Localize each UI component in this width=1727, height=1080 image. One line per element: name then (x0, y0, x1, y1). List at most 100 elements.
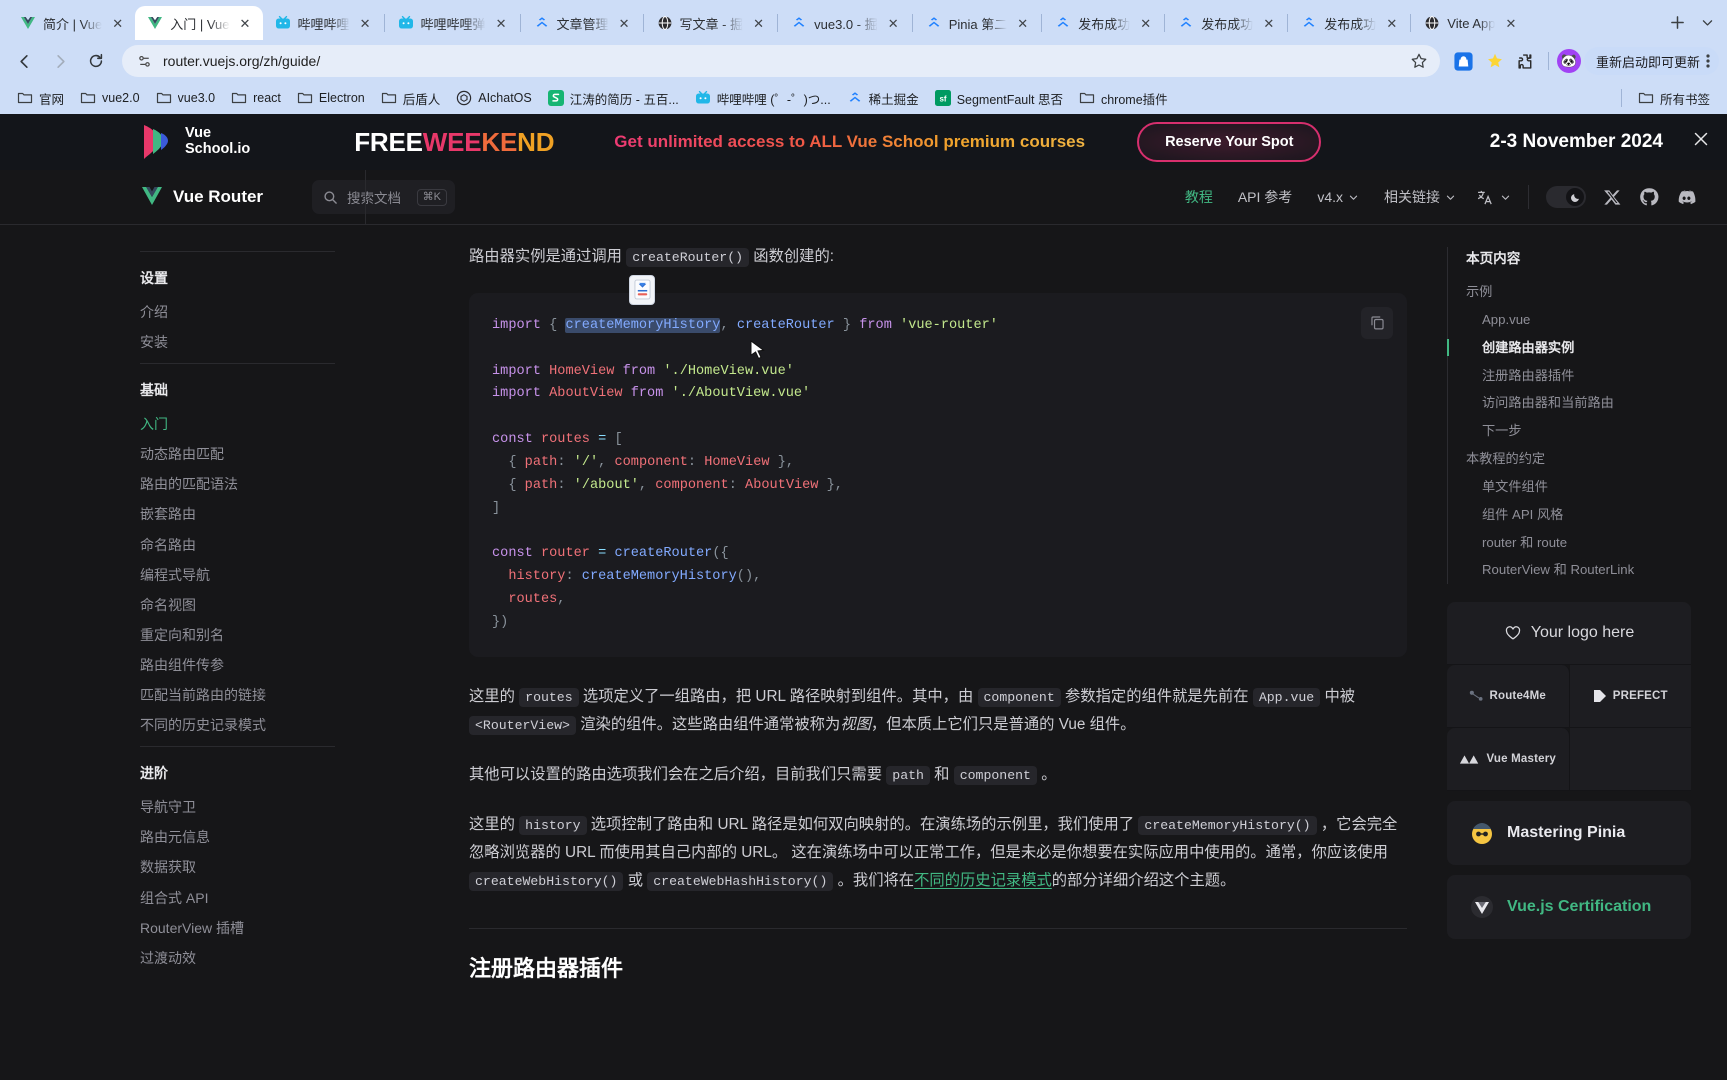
code-block[interactable]: import { createMemoryHistory, createRout… (469, 274, 1407, 657)
new-tab-button[interactable] (1663, 8, 1691, 36)
toc-item[interactable]: 创建路由器实例 (1447, 334, 1691, 362)
sponsor-vue-mastery[interactable]: Vue Mastery (1447, 728, 1570, 792)
tab-close-icon[interactable]: ✕ (1014, 15, 1031, 32)
bookmark-item[interactable]: 哔哩哔哩 (゜-゜)つ... (688, 85, 838, 112)
sponsor-prefect[interactable]: PREFECT (1569, 665, 1691, 729)
tab-close-icon[interactable]: ✕ (237, 15, 254, 32)
github-icon[interactable] (1639, 187, 1659, 207)
sidebar-item-动态路由匹配[interactable]: 动态路由匹配 (140, 439, 335, 469)
browser-tab[interactable]: Vite App ✕ (1412, 6, 1528, 40)
sidebar-item-导航守卫[interactable]: 导航守卫 (140, 792, 335, 822)
browser-tab[interactable]: 发布成功 ✕ (1289, 6, 1409, 40)
extension-bag-icon[interactable] (1450, 47, 1478, 75)
update-button[interactable]: 重新启动即可更新 (1583, 47, 1719, 75)
language-switcher[interactable] (1476, 188, 1511, 207)
tab-search-chevron-down-icon[interactable] (1693, 8, 1721, 36)
tab-close-icon[interactable]: ✕ (109, 15, 126, 32)
bookmark-item[interactable]: 官网 (10, 85, 71, 112)
sidebar-item-RouterView 插槽[interactable]: RouterView 插槽 (140, 913, 335, 943)
browser-tab[interactable]: vue3.0 - 掘 ✕ (779, 6, 911, 40)
toc-item[interactable]: 组件 API 风格 (1466, 501, 1691, 529)
tab-close-icon[interactable]: ✕ (1260, 15, 1277, 32)
vue-router-brand[interactable]: Vue Router (0, 186, 280, 208)
bookmark-item[interactable]: sf SegmentFault 思否 (928, 85, 1070, 112)
browser-tab[interactable]: 哔哩哔哩 ✕ (263, 6, 383, 40)
toc-item[interactable]: 本教程的约定 (1466, 445, 1691, 473)
bookmark-item[interactable]: 后盾人 (374, 85, 448, 112)
sponsor-vuejs-certification[interactable]: Vue.js Certification (1447, 875, 1691, 940)
address-bar[interactable]: router.vuejs.org/zh/guide/ (122, 45, 1440, 77)
sidebar-item-过渡动效[interactable]: 过渡动效 (140, 943, 335, 973)
browser-tab[interactable]: 发布成功 ✕ (1166, 6, 1286, 40)
copy-code-button[interactable] (1361, 306, 1393, 339)
browser-tab[interactable]: Pinia 第二 ✕ (914, 6, 1041, 40)
search-input[interactable]: 搜索文档 ⌘K (312, 180, 455, 214)
site-settings-icon[interactable] (136, 53, 153, 70)
promo-banner[interactable]: Vue School.io FREEWEEKEND Get unlimited … (0, 114, 1727, 170)
theme-toggle[interactable] (1546, 186, 1586, 208)
reload-button[interactable] (80, 45, 112, 77)
all-bookmarks-button[interactable]: 所有书签 (1631, 85, 1717, 112)
sidebar-item-安装[interactable]: 安装 (140, 327, 335, 357)
toc-item[interactable]: 下一步 (1466, 417, 1691, 445)
toc-item[interactable]: 示例 (1466, 278, 1691, 306)
sidebar-item-重定向和别名[interactable]: 重定向和别名 (140, 620, 335, 650)
bookmark-item[interactable]: chrome插件 (1072, 85, 1175, 112)
bookmark-item[interactable]: vue2.0 (73, 86, 147, 110)
sidebar-item-介绍[interactable]: 介绍 (140, 297, 335, 327)
kebab-menu-icon[interactable] (1706, 53, 1710, 69)
toc-item[interactable]: 注册路由器插件 (1466, 362, 1691, 390)
back-button[interactable] (8, 45, 40, 77)
tab-close-icon[interactable]: ✕ (885, 15, 902, 32)
sponsor-empty-slot[interactable] (1569, 728, 1691, 792)
bookmark-item[interactable]: 江涛的简历 - 五百... (541, 85, 686, 112)
browser-tab[interactable]: 文章管理 ✕ (522, 6, 642, 40)
history-modes-link[interactable]: 不同的历史记录模式 (914, 872, 1052, 889)
tab-close-icon[interactable]: ✕ (616, 15, 633, 32)
sidebar-item-路由组件传参[interactable]: 路由组件传参 (140, 650, 335, 680)
bookmark-item[interactable]: vue3.0 (149, 86, 223, 110)
toc-item[interactable]: router 和 route (1466, 529, 1691, 557)
nav-link-教程[interactable]: 教程 (1185, 187, 1213, 207)
discord-icon[interactable] (1676, 187, 1697, 208)
browser-tab[interactable]: 发布成功 ✕ (1043, 6, 1163, 40)
nav-link-API 参考[interactable]: API 参考 (1238, 187, 1292, 207)
toc-item[interactable]: RouterView 和 RouterLink (1466, 556, 1691, 584)
toc-item[interactable]: 访问路由器和当前路由 (1466, 389, 1691, 417)
tab-close-icon[interactable]: ✕ (1137, 15, 1154, 32)
close-icon[interactable] (1691, 129, 1711, 155)
sidebar-item-嵌套路由[interactable]: 嵌套路由 (140, 499, 335, 529)
sidebar-item-命名路由[interactable]: 命名路由 (140, 530, 335, 560)
forward-button[interactable] (44, 45, 76, 77)
sidebar-item-命名视图[interactable]: 命名视图 (140, 590, 335, 620)
tab-close-icon[interactable]: ✕ (357, 15, 374, 32)
sponsor-mastering-pinia[interactable]: Mastering Pinia (1447, 801, 1691, 866)
your-logo-here-card[interactable]: Your logo here (1447, 602, 1691, 666)
sidebar-item-不同的历史记录模式[interactable]: 不同的历史记录模式 (140, 710, 335, 740)
bookmark-item[interactable]: 稀土掘金 (840, 85, 926, 112)
reserve-spot-button[interactable]: Reserve Your Spot (1137, 122, 1322, 162)
star-extension-icon[interactable] (1481, 47, 1509, 75)
browser-tab[interactable]: 入门 | Vue ✕ (135, 6, 263, 40)
browser-tab[interactable]: 写文章 - 掘 ✕ (645, 6, 777, 40)
nav-link-v4.x[interactable]: v4.x (1317, 189, 1359, 205)
bookmark-item[interactable]: AIchatOS (449, 86, 539, 110)
sidebar-item-编程式导航[interactable]: 编程式导航 (140, 560, 335, 590)
toc-item[interactable]: 单文件组件 (1466, 473, 1691, 501)
toc-item[interactable]: App.vue (1466, 306, 1691, 334)
profile-avatar[interactable]: 🐼 (1556, 49, 1581, 73)
x-twitter-icon[interactable] (1603, 188, 1622, 207)
sponsor-route4me[interactable]: Route4Me (1447, 665, 1570, 729)
bookmark-item[interactable]: Electron (290, 86, 372, 110)
sidebar-item-入门[interactable]: 入门 (140, 409, 335, 439)
tab-close-icon[interactable]: ✕ (493, 15, 510, 32)
sidebar-item-路由元信息[interactable]: 路由元信息 (140, 822, 335, 852)
browser-tab[interactable]: 简介 | Vue ✕ (8, 6, 135, 40)
sidebar-item-数据获取[interactable]: 数据获取 (140, 852, 335, 882)
sidebar-item-匹配当前路由的链接[interactable]: 匹配当前路由的链接 (140, 680, 335, 710)
nav-link-相关链接[interactable]: 相关链接 (1384, 187, 1456, 207)
tab-close-icon[interactable]: ✕ (750, 15, 767, 32)
sidebar-item-组合式 API[interactable]: 组合式 API (140, 883, 335, 913)
tab-close-icon[interactable]: ✕ (1502, 15, 1519, 32)
bookmark-star-icon[interactable] (1410, 52, 1428, 70)
